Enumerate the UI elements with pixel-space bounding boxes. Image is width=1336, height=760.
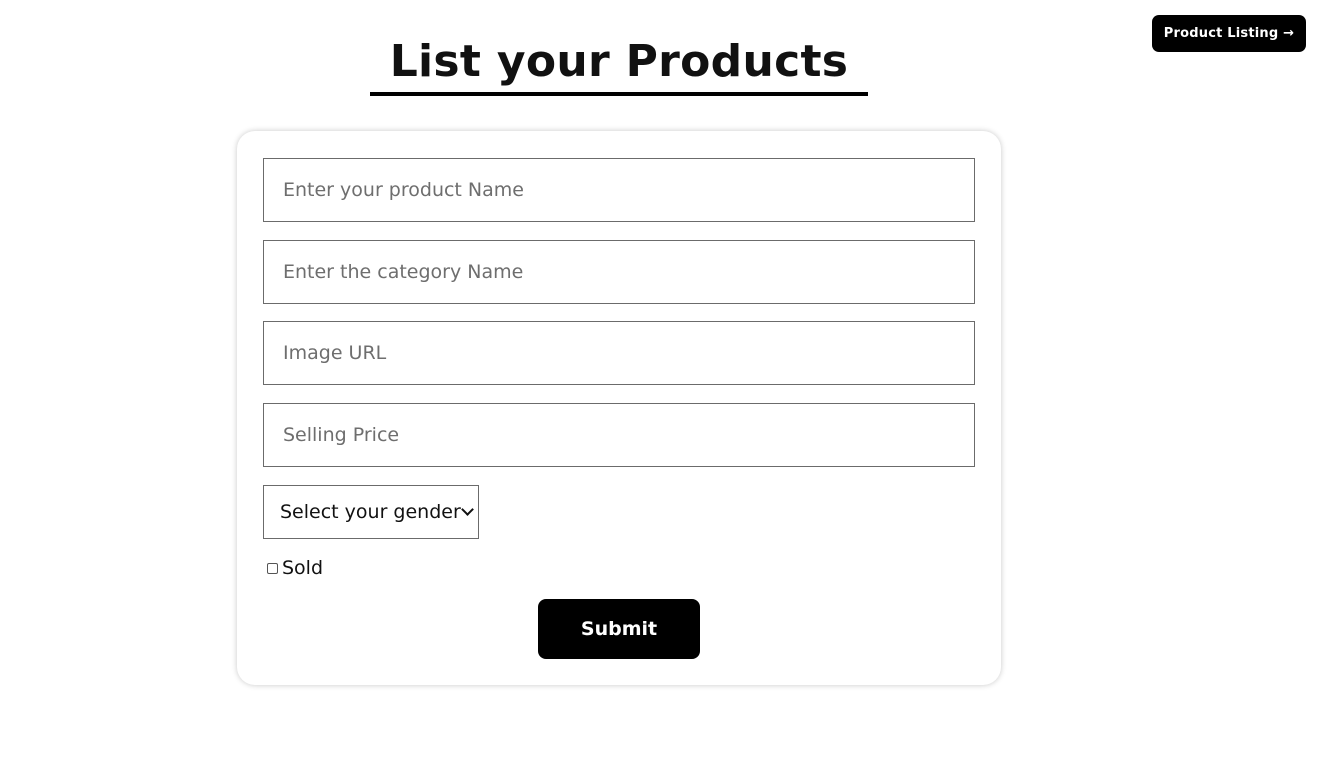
submit-button[interactable]: Submit <box>538 599 700 659</box>
image-url-input[interactable] <box>263 321 975 385</box>
product-form-card: Select your gender Sold Submit <box>237 131 1001 685</box>
page: Product Listing → List your Products Sel… <box>0 0 1336 760</box>
sold-checkbox[interactable] <box>267 562 278 574</box>
product-listing-button[interactable]: Product Listing → <box>1152 15 1306 52</box>
gender-select-value: Select your gender <box>280 501 461 523</box>
category-name-input[interactable] <box>263 240 975 304</box>
chevron-down-icon <box>461 503 474 516</box>
product-name-input[interactable] <box>263 158 975 222</box>
sold-checkbox-label[interactable]: Sold <box>282 557 323 579</box>
title-container: List your Products <box>370 32 868 92</box>
selling-price-input[interactable] <box>263 403 975 467</box>
gender-select[interactable]: Select your gender <box>263 485 479 539</box>
page-title: List your Products <box>389 36 849 87</box>
title-underline <box>370 92 868 96</box>
sold-checkbox-row: Sold <box>267 556 323 580</box>
